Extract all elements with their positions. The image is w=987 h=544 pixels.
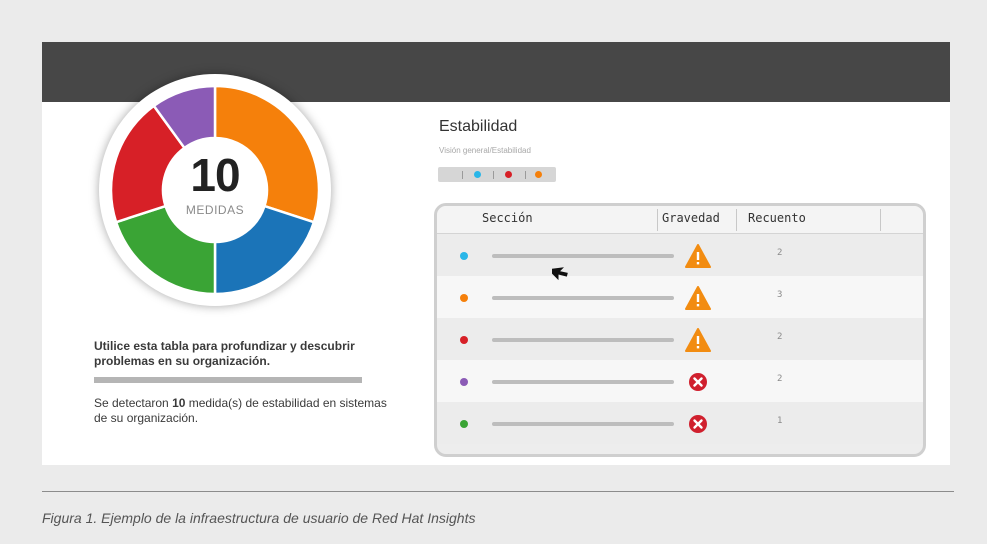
row-count: 2 — [777, 332, 783, 342]
donut-count: 10 — [190, 149, 240, 201]
row-section-placeholder — [492, 296, 674, 300]
warning-triangle-icon — [685, 286, 711, 310]
stability-table: Sección Gravedad Recuento 2 3 2 2 1 — [434, 203, 926, 457]
row-color-dot — [460, 294, 468, 302]
table-header: Sección Gravedad Recuento — [437, 206, 923, 234]
mouse-pointer-icon — [552, 267, 568, 281]
filter-separator — [525, 171, 526, 179]
table-row[interactable]: 1 — [437, 402, 923, 444]
column-separator — [880, 209, 881, 231]
row-color-dot — [460, 420, 468, 428]
filter-dot-orange[interactable] — [535, 171, 542, 178]
table-row[interactable]: 3 — [437, 276, 923, 318]
divider-bar — [94, 377, 362, 383]
row-section-placeholder — [492, 254, 674, 258]
column-header-section[interactable]: Sección — [482, 206, 533, 233]
help-text: Utilice esta tabla para profundizar y de… — [94, 339, 355, 368]
column-header-severity[interactable]: Gravedad — [662, 206, 720, 233]
column-header-count[interactable]: Recuento — [748, 206, 806, 233]
filter-dot-red[interactable] — [505, 171, 512, 178]
filter-separator — [462, 171, 463, 179]
row-count: 2 — [777, 248, 783, 258]
detect-count: 10 — [172, 396, 186, 410]
column-separator — [657, 209, 658, 231]
row-section-placeholder — [492, 422, 674, 426]
table-row[interactable]: 2 — [437, 318, 923, 360]
row-count: 2 — [777, 374, 783, 384]
table-row[interactable]: 2 — [437, 360, 923, 402]
warning-triangle-icon — [685, 328, 711, 352]
row-color-dot — [460, 252, 468, 260]
row-count: 3 — [777, 290, 783, 300]
row-count: 1 — [777, 416, 783, 426]
detection-summary: Se detectaron 10 medida(s) de estabilida… — [94, 396, 394, 426]
filter-separator — [493, 171, 494, 179]
filter-bar[interactable] — [438, 167, 556, 182]
error-x-circle-icon — [689, 415, 707, 433]
filter-dot-blue[interactable] — [474, 171, 481, 178]
table-row[interactable]: 2 — [437, 234, 923, 276]
error-x-circle-icon — [689, 373, 707, 391]
figure-caption: Figura 1. Ejemplo de la infraestructura … — [42, 510, 476, 526]
breadcrumb[interactable]: Visión general/Estabilidad — [439, 146, 531, 155]
column-separator — [736, 209, 737, 231]
screenshot-frame: 10 MEDIDAS Utilice esta tabla para profu… — [42, 42, 950, 465]
donut-segment-blue[interactable] — [213, 204, 316, 296]
row-section-placeholder — [492, 380, 674, 384]
row-color-dot — [460, 378, 468, 386]
warning-triangle-icon — [685, 244, 711, 268]
row-color-dot — [460, 336, 468, 344]
detect-prefix: Se detectaron — [94, 396, 173, 410]
donut-segment-green[interactable] — [114, 204, 217, 296]
measures-donut-chart: 10 MEDIDAS — [99, 74, 331, 306]
row-section-placeholder — [492, 338, 674, 342]
donut-label: MEDIDAS — [185, 203, 245, 217]
figure-rule — [42, 491, 954, 492]
page-title: Estabilidad — [439, 118, 518, 135]
